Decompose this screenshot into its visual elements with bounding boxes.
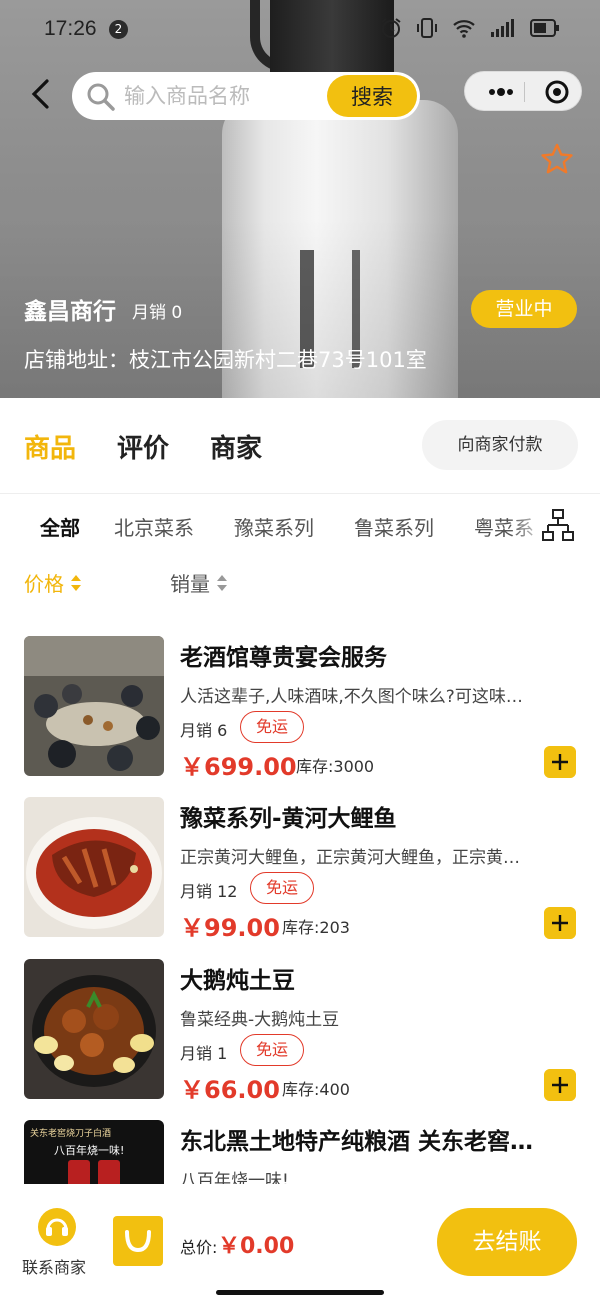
- main-tabs: 商品 评价 商家 向商家付款: [0, 398, 600, 494]
- product-stock: 库存:400: [282, 1080, 350, 1099]
- capsule-divider: [524, 82, 525, 102]
- sort-bar: 价格 销量: [0, 556, 600, 606]
- more-icon[interactable]: [479, 72, 523, 112]
- contact-merchant-label[interactable]: 联系商家: [22, 1254, 86, 1278]
- product-item[interactable]: 豫菜系列-黄河大鲤鱼 正宗黄河大鲤鱼，正宗黄河大鲤鱼，正宗黄… 月销 12 免运…: [0, 797, 600, 959]
- status-time: 17:26: [44, 17, 97, 40]
- product-name: 老酒馆尊贵宴会服务: [180, 645, 387, 671]
- category-tabs: 全部 北京菜系 豫菜系列 鲁菜系列 粤菜系: [0, 494, 600, 556]
- product-desc: 正宗黄河大鲤鱼，正宗黄河大鲤鱼，正宗黄…: [180, 848, 520, 868]
- total-label: 总价:: [180, 1238, 218, 1257]
- pay-merchant-button[interactable]: 向商家付款: [422, 420, 578, 470]
- contact-merchant-icon[interactable]: [38, 1208, 76, 1246]
- shop-address: 店铺地址：枝江市公园新村二巷73号101室: [24, 348, 427, 372]
- product-item[interactable]: 关东老窖烧刀子白酒 八百年烧一味! 东北黑土地特产纯粮酒 关东老窖… 八百年烧一…: [0, 1120, 600, 1184]
- battery-icon: [530, 19, 559, 37]
- product-price: ￥699.00: [180, 753, 297, 781]
- sort-sales-label: 销量: [170, 572, 210, 596]
- product-desc: 鲁菜经典-大鹅炖土豆: [180, 1010, 340, 1030]
- alarm-icon: [381, 18, 401, 38]
- back-arrow-icon[interactable]: [28, 78, 54, 110]
- search-button[interactable]: 搜索: [327, 75, 417, 117]
- product-item[interactable]: 大鹅炖土豆 鲁菜经典-大鹅炖土豆 月销 1 免运 ￥66.00 库存:400: [0, 959, 600, 1121]
- add-to-cart-icon[interactable]: [544, 746, 576, 778]
- sort-arrows-icon: [217, 574, 227, 591]
- tab-goods[interactable]: 商品: [24, 428, 76, 465]
- liquor-bottle: [68, 1160, 90, 1184]
- bottom-bar: 联系商家 总价: ￥0.00 去结账: [0, 1184, 600, 1300]
- free-shipping-tag: 免运: [250, 872, 315, 904]
- product-sales: 月销 6: [180, 721, 228, 740]
- product-sales: 月销 12: [180, 882, 238, 901]
- total-price: ￥0.00: [218, 1234, 295, 1259]
- free-shipping-tag: 免运: [240, 1034, 305, 1066]
- product-stock: 库存:3000: [296, 757, 375, 776]
- product-image-banquet[interactable]: [24, 636, 164, 776]
- shop-name: 鑫昌商行: [24, 299, 116, 325]
- search-input[interactable]: [124, 78, 314, 114]
- miniprogram-capsule: [464, 71, 582, 111]
- product-name: 大鹅炖土豆: [180, 968, 295, 994]
- sort-arrows-icon: [71, 574, 81, 591]
- sort-price-label: 价格: [24, 572, 64, 596]
- product-item[interactable]: 老酒馆尊贵宴会服务 人活这辈子,人味酒味,不久图个味么?可这味… 月销 6 免运…: [0, 636, 600, 798]
- tab-merchant[interactable]: 商家: [210, 428, 262, 465]
- product-desc: 八百年烧一味!: [180, 1171, 289, 1184]
- product-image-slogan: 八百年烧一味!: [54, 1144, 125, 1157]
- status-bar: 17:26 2: [0, 0, 600, 60]
- checkout-button[interactable]: 去结账: [437, 1208, 577, 1276]
- search-icon: [87, 83, 115, 111]
- search-bar: 搜索: [72, 72, 420, 120]
- vibrate-icon: [417, 18, 437, 38]
- category-tree-icon[interactable]: [541, 508, 575, 542]
- product-image-carp[interactable]: [24, 797, 164, 937]
- shopping-bag-icon[interactable]: [113, 1216, 163, 1266]
- wifi-icon: [453, 20, 475, 38]
- product-desc: 人活这辈子,人味酒味,不久图个味么?可这味…: [180, 687, 523, 707]
- product-sales: 月销 1: [180, 1044, 228, 1063]
- product-image-liquor[interactable]: 关东老窖烧刀子白酒 八百年烧一味!: [24, 1120, 164, 1184]
- free-shipping-tag: 免运: [240, 711, 305, 743]
- product-price: ￥99.00: [180, 914, 280, 942]
- product-name: 东北黑土地特产纯粮酒 关东老窖…: [180, 1129, 534, 1155]
- product-name: 豫菜系列-黄河大鲤鱼: [180, 806, 397, 832]
- product-image-text: 关东老窖烧刀子白酒: [30, 1129, 112, 1139]
- tab-reviews[interactable]: 评价: [117, 428, 169, 465]
- shop-monthly-sales: 月销 0: [132, 303, 183, 323]
- liquor-bottle: [98, 1160, 120, 1184]
- product-image-goose[interactable]: [24, 959, 164, 1099]
- close-miniprogram-icon[interactable]: [535, 72, 579, 112]
- product-price: ￥66.00: [180, 1076, 280, 1104]
- category-all[interactable]: 全部: [40, 512, 80, 541]
- category-beijing[interactable]: 北京菜系: [114, 512, 194, 541]
- sort-sales[interactable]: 销量: [170, 568, 228, 597]
- product-stock: 库存:203: [282, 918, 350, 937]
- category-henan[interactable]: 豫菜系列: [234, 512, 314, 541]
- home-indicator: [216, 1290, 384, 1295]
- notification-badge: 2: [109, 20, 128, 39]
- signal-icon: [491, 19, 514, 37]
- add-to-cart-icon[interactable]: [544, 1069, 576, 1101]
- category-shandong[interactable]: 鲁菜系列: [354, 512, 434, 541]
- shop-status-badge: 营业中: [471, 290, 577, 328]
- sort-price[interactable]: 价格: [24, 568, 82, 597]
- favorite-star-icon[interactable]: [540, 143, 574, 175]
- add-to-cart-icon[interactable]: [544, 907, 576, 939]
- status-icons: [380, 17, 560, 39]
